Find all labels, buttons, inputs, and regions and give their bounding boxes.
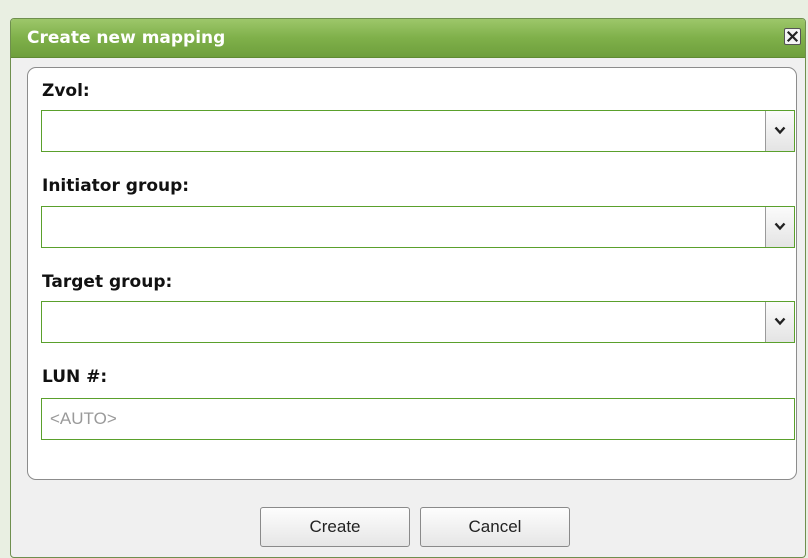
chevron-down-icon [774, 317, 786, 326]
chevron-down-icon [774, 126, 786, 135]
lun-input[interactable] [41, 398, 795, 440]
zvol-select-value[interactable] [42, 111, 764, 151]
target-group-select[interactable] [41, 301, 795, 343]
dialog-titlebar[interactable]: Create new mapping [11, 19, 805, 58]
chevron-down-icon [774, 222, 786, 231]
initiator-group-select-value[interactable] [42, 207, 764, 247]
cancel-button[interactable]: Cancel [420, 507, 570, 547]
dialog-title: Create new mapping [27, 28, 226, 48]
initiator-group-label: Initiator group: [42, 176, 190, 196]
target-group-select-value[interactable] [42, 302, 764, 342]
initiator-group-select[interactable] [41, 206, 795, 248]
initiator-group-dropdown-button[interactable] [765, 207, 794, 247]
zvol-dropdown-button[interactable] [765, 111, 794, 151]
create-mapping-dialog: Create new mapping Zvol: Initiator group… [10, 18, 806, 558]
form-panel: Zvol: Initiator group: Target group: LUN… [27, 67, 797, 480]
close-icon [786, 30, 799, 43]
zvol-label: Zvol: [42, 81, 90, 101]
target-group-dropdown-button[interactable] [765, 302, 794, 342]
lun-label: LUN #: [42, 367, 108, 387]
close-button[interactable] [784, 28, 801, 45]
create-button[interactable]: Create [260, 507, 410, 547]
target-group-label: Target group: [42, 272, 173, 292]
zvol-select[interactable] [41, 110, 795, 152]
